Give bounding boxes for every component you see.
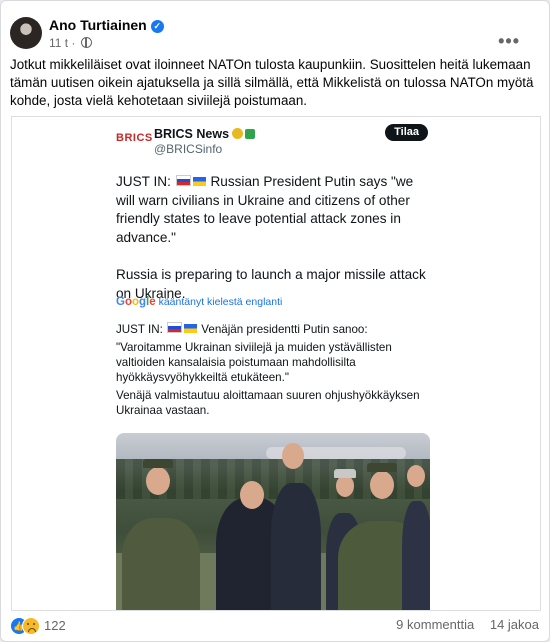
- photo-head: [240, 481, 264, 509]
- subscribe-button[interactable]: Tilaa: [385, 124, 428, 141]
- google-translate-note[interactable]: Google kääntänyt kielestä englanti: [116, 296, 282, 308]
- translated-line-3: Venäjä valmistautuu aloittamaan suuren o…: [116, 389, 420, 417]
- google-logo-icon: Google: [116, 296, 156, 308]
- photo-head: [370, 471, 394, 499]
- comments-count[interactable]: 9 kommenttia: [396, 617, 474, 632]
- post-time[interactable]: 11 t: [49, 36, 68, 50]
- tweet-handle[interactable]: @BRICSinfo: [154, 142, 222, 156]
- translated-line-1: JUST IN: Venäjän presidentti Putin sanoo…: [116, 322, 368, 336]
- post-footer: 👍 122 9 kommenttia 14 jakoa: [1, 609, 549, 641]
- more-options-icon[interactable]: •••: [498, 31, 520, 52]
- russia-flag-icon: [175, 175, 191, 186]
- author-name[interactable]: Ano Turtiainen: [49, 17, 147, 33]
- affiliate-badge-icon: [245, 129, 256, 139]
- photo-person-far-right: [402, 501, 430, 610]
- verified-badge-icon: ✓: [150, 20, 164, 33]
- tweet-author-name[interactable]: BRICS News: [154, 127, 229, 141]
- photo-head: [336, 475, 354, 497]
- photo-cap: [367, 463, 397, 472]
- tweet-header: BRICS BRICS News @BRICSinfo Tilaa: [116, 121, 428, 157]
- post-header: Ano Turtiainen ✓ 11 t · •••: [10, 15, 540, 55]
- photo-cap: [334, 469, 356, 478]
- post-meta: 11 t ·: [49, 36, 92, 50]
- photo-cap: [143, 459, 173, 468]
- ukraine-flag-icon: [192, 177, 206, 186]
- photo-head: [282, 443, 304, 469]
- translated-from-label: kääntänyt kielestä englanti: [158, 296, 283, 308]
- photo-head: [146, 467, 170, 495]
- ukraine-flag-icon: [184, 324, 198, 333]
- author-avatar[interactable]: [10, 17, 42, 49]
- engagement-counts: 9 kommenttia 14 jakoa: [384, 617, 539, 632]
- translated-line-2: "Varoitamme Ukrainan siviilejä ja muiden…: [116, 341, 392, 384]
- tweet-author-row: BRICS News: [154, 127, 256, 141]
- tweet-photo[interactable]: [116, 433, 430, 610]
- photo-head: [407, 465, 425, 487]
- gold-check-icon: [232, 128, 244, 139]
- russia-flag-icon: [167, 322, 183, 333]
- photo-person-left: [122, 518, 200, 610]
- author-name-row: Ano Turtiainen ✓: [49, 17, 164, 33]
- embedded-tweet[interactable]: BRICS BRICS News @BRICSinfo Tilaa JUST I…: [11, 116, 541, 611]
- facebook-post: Ano Turtiainen ✓ 11 t · ••• Jotkut mikkel…: [0, 0, 550, 642]
- sad-reaction-icon: [22, 617, 40, 635]
- brics-logo: BRICS: [116, 132, 153, 144]
- globe-icon: [80, 37, 92, 48]
- photo-person-back: [271, 483, 321, 610]
- translated-text: JUST IN: Venäjän presidentti Putin sanoo…: [116, 322, 436, 421]
- shares-count[interactable]: 14 jakoa: [490, 617, 539, 632]
- meta-separator: ·: [71, 36, 76, 50]
- tweet-paragraph-1: JUST IN: Russian President Putin says "w…: [116, 174, 414, 245]
- reaction-count[interactable]: 122: [44, 618, 66, 633]
- post-caption: Jotkut mikkeliläiset ovat iloinneet NATO…: [10, 57, 534, 108]
